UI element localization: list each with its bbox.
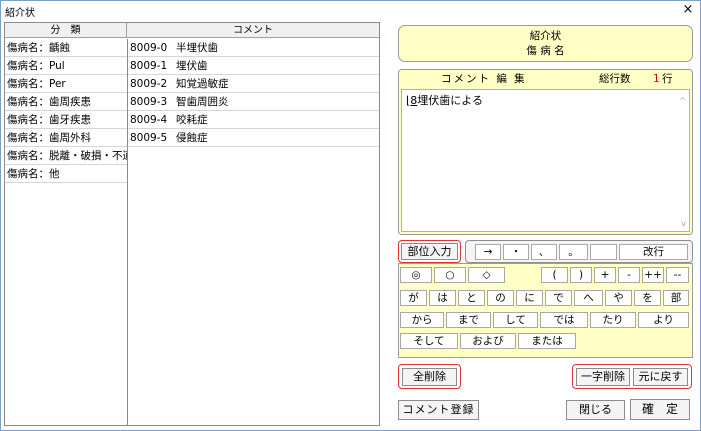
- editor-header: コメント 編 集 総行数 1 行: [399, 70, 692, 89]
- category-item[interactable]: 傷病名：脱離・破損・不適: [5, 147, 127, 165]
- comment-code: 8009-1: [130, 60, 168, 72]
- comment-code: 8009-5: [130, 132, 168, 144]
- particle-he-key[interactable]: へ: [574, 290, 603, 306]
- comment-text: 侵蝕症: [176, 132, 208, 144]
- word-shite-key[interactable]: して: [493, 312, 538, 328]
- word-dewa-key[interactable]: では: [540, 312, 588, 328]
- total-lines-label: 総行数: [599, 73, 631, 85]
- comment-row[interactable]: 8009-1 埋伏歯: [128, 57, 379, 75]
- scroll-up-icon[interactable]: ^: [679, 96, 686, 105]
- editor-title: コメント 編 集: [441, 73, 527, 85]
- header-subtitle: 傷 病 名: [526, 45, 565, 57]
- open-paren-key[interactable]: (: [541, 267, 568, 283]
- title-bar: 紹介状 ×: [1, 1, 700, 19]
- word-oyobi-key[interactable]: および: [460, 333, 516, 349]
- word-kara-key[interactable]: から: [400, 312, 444, 328]
- line-count: 1: [653, 73, 660, 85]
- comment-text: 咬耗症: [176, 114, 208, 126]
- delete-char-button[interactable]: 一字削除: [576, 368, 630, 386]
- comment-column-header[interactable]: コメント: [127, 23, 379, 38]
- word-matawa-key[interactable]: または: [518, 333, 576, 349]
- comma-key[interactable]: 、: [531, 244, 557, 260]
- middle-dot-key[interactable]: ・: [503, 244, 529, 260]
- particle-to-key[interactable]: と: [458, 290, 485, 306]
- scroll-down-icon[interactable]: v: [681, 219, 686, 228]
- particle-ga-key[interactable]: が: [400, 290, 427, 306]
- blank-key[interactable]: [590, 244, 617, 260]
- comment-row[interactable]: 8009-4 咬耗症: [128, 111, 379, 129]
- close-paren-key[interactable]: ): [570, 267, 592, 283]
- comment-editor: コメント 編 集 総行数 1 行 ⌊8埋伏歯による ^ v: [398, 69, 693, 235]
- double-minus-key[interactable]: --: [666, 267, 689, 283]
- category-item[interactable]: 傷病名：歯周外科: [5, 129, 127, 147]
- comment-text: 知覚過敏症: [176, 78, 229, 90]
- particle-wa-key[interactable]: は: [429, 290, 456, 306]
- particle-ya-key[interactable]: や: [605, 290, 632, 306]
- diamond-key[interactable]: ◇: [468, 267, 505, 283]
- category-list: 傷病名：齲蝕 傷病名：Pul 傷病名：Per 傷病名：歯周疾患 傷病名：歯牙疾患…: [5, 39, 128, 425]
- comment-textarea[interactable]: ⌊8埋伏歯による ^ v: [401, 89, 690, 232]
- category-item[interactable]: 傷病名：Per: [5, 75, 127, 93]
- list-header: 分 類 コメント: [5, 23, 379, 38]
- comment-code: 8009-2: [130, 78, 168, 90]
- particle-no-key[interactable]: の: [487, 290, 514, 306]
- particle-de-key[interactable]: で: [545, 290, 572, 306]
- circle-key[interactable]: ○: [434, 267, 466, 283]
- close-icon[interactable]: ×: [680, 2, 696, 18]
- word-yori-key[interactable]: より: [638, 312, 689, 328]
- comment-list-panel: 分 類 コメント 傷病名：齲蝕 傷病名：Pul 傷病名：Per 傷病名：歯周疾患…: [4, 22, 380, 426]
- comment-text: 智歯周囲炎: [176, 96, 229, 108]
- register-comment-button[interactable]: コメント登録: [398, 400, 479, 420]
- plus-key[interactable]: +: [594, 267, 616, 283]
- category-item[interactable]: 傷病名：他: [5, 165, 127, 183]
- comment-content: 埋伏歯による: [417, 94, 483, 107]
- word-soshite-key[interactable]: そして: [400, 333, 458, 349]
- comment-code: 8009-4: [130, 114, 168, 126]
- clear-all-button[interactable]: 全削除: [402, 368, 457, 386]
- minus-key[interactable]: -: [618, 267, 640, 283]
- double-plus-key[interactable]: ++: [642, 267, 664, 283]
- word-made-key[interactable]: まで: [446, 312, 491, 328]
- period-key[interactable]: 。: [559, 244, 588, 260]
- site-input-button[interactable]: 部位入力: [401, 243, 458, 260]
- comment-text: 埋伏歯: [176, 60, 208, 72]
- close-button[interactable]: 閉じる: [566, 400, 625, 420]
- word-tari-key[interactable]: たり: [590, 312, 636, 328]
- newline-button[interactable]: 改行: [619, 244, 688, 260]
- category-item[interactable]: 傷病名：歯牙疾患: [5, 111, 127, 129]
- particle-wo-key[interactable]: を: [634, 290, 661, 306]
- comment-row[interactable]: 8009-3 智歯周囲炎: [128, 93, 379, 111]
- comment-row[interactable]: 8009-2 知覚過敏症: [128, 75, 379, 93]
- comment-row[interactable]: 8009-5 侵蝕症: [128, 129, 379, 147]
- double-circle-key[interactable]: ◎: [400, 267, 432, 283]
- line-unit: 行: [662, 73, 673, 85]
- category-item[interactable]: 傷病名：Pul: [5, 57, 127, 75]
- document-header: 紹介状 傷 病 名: [398, 25, 693, 62]
- comment-code: 8009-0: [130, 42, 168, 54]
- comment-code: 8009-3: [130, 96, 168, 108]
- comment-list: 8009-0 半埋伏歯 8009-1 埋伏歯 8009-2 知覚過敏症 8009-3 智…: [128, 39, 379, 147]
- confirm-button[interactable]: 確 定: [630, 399, 690, 420]
- window-title: 紹介状: [5, 8, 35, 19]
- particle-ni-key[interactable]: に: [516, 290, 543, 306]
- arrow-key[interactable]: →: [475, 244, 501, 260]
- undo-button[interactable]: 元に戻す: [633, 368, 688, 386]
- category-column-header[interactable]: 分 類: [5, 23, 127, 38]
- comment-text: 半埋伏歯: [176, 42, 218, 54]
- comment-row[interactable]: 8009-0 半埋伏歯: [128, 39, 379, 57]
- header-title: 紹介状: [529, 30, 562, 42]
- word-bu-key[interactable]: 部: [663, 290, 689, 306]
- category-item[interactable]: 傷病名：齲蝕: [5, 39, 127, 57]
- category-item[interactable]: 傷病名：歯周疾患: [5, 93, 127, 111]
